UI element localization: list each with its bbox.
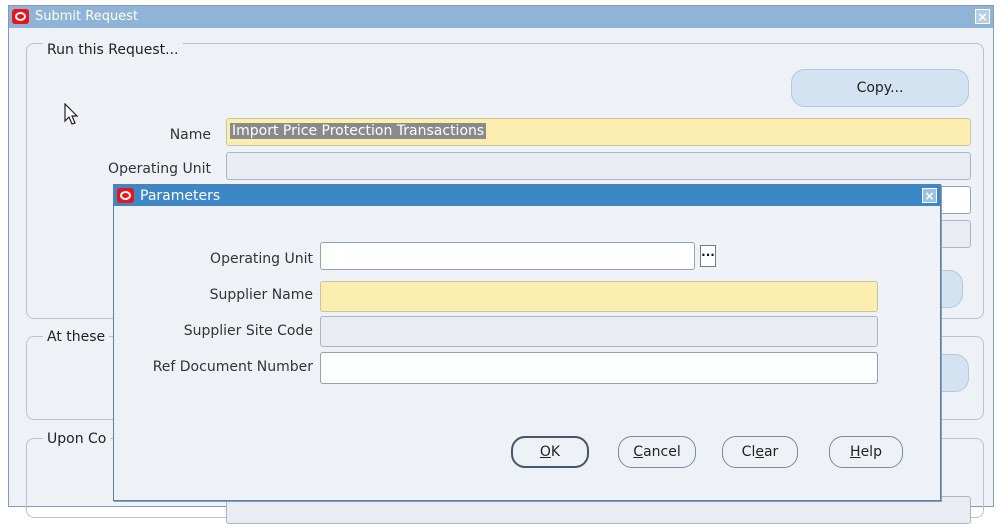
copy-button[interactable]: Copy... xyxy=(791,69,969,107)
supplier-site-code-input[interactable] xyxy=(320,316,878,347)
mouse-pointer-icon xyxy=(64,103,79,125)
param-operating-unit-label: Operating Unit xyxy=(210,251,313,267)
help-button[interactable]: Help xyxy=(829,436,903,468)
ref-document-number-input[interactable] xyxy=(320,352,878,384)
help-button-mnemonic: H xyxy=(850,444,861,460)
parameters-dialog: Parameters × Operating Unit ... Supplier… xyxy=(113,184,941,501)
clear-button-label-end: ar xyxy=(763,444,779,460)
param-operating-unit-input[interactable] xyxy=(320,242,695,270)
clear-button-label-start: Cl xyxy=(741,444,756,460)
help-button-label: elp xyxy=(860,444,882,460)
clear-button[interactable]: Clear xyxy=(722,436,798,468)
operating-unit-field[interactable] xyxy=(226,152,971,180)
close-icon[interactable]: × xyxy=(922,188,937,203)
ok-button[interactable]: OK xyxy=(511,436,589,468)
ellipsis-icon[interactable]: ... xyxy=(700,245,716,267)
name-label: Name xyxy=(169,127,211,143)
run-request-group-title: Run this Request... xyxy=(43,42,183,58)
cancel-button[interactable]: Cancel xyxy=(618,436,696,468)
supplier-site-code-label: Supplier Site Code xyxy=(183,323,313,339)
cancel-button-mnemonic: C xyxy=(633,444,644,460)
at-these-times-title: At these xyxy=(43,329,110,345)
supplier-name-label: Supplier Name xyxy=(209,287,313,303)
request-name-value: Import Price Protection Transactions xyxy=(230,123,487,139)
close-icon[interactable]: × xyxy=(975,9,990,24)
clear-button-mnemonic: e xyxy=(755,444,764,460)
window-title: Submit Request xyxy=(35,9,139,24)
dialog-titlebar: Parameters × xyxy=(114,185,940,206)
upon-completion-title: Upon Co xyxy=(43,431,111,447)
request-name-field[interactable]: Import Price Protection Transactions xyxy=(226,118,971,146)
supplier-name-input[interactable] xyxy=(320,281,878,312)
ok-button-label: K xyxy=(550,444,561,460)
oracle-logo-icon xyxy=(12,9,29,24)
window-titlebar: Submit Request × xyxy=(9,6,993,28)
cancel-button-label: ancel xyxy=(643,444,681,460)
ref-document-number-label: Ref Document Number xyxy=(152,359,313,375)
operating-unit-label: Operating Unit xyxy=(108,161,211,177)
dialog-title: Parameters xyxy=(140,188,221,204)
oracle-logo-icon xyxy=(117,188,134,203)
ok-button-mnemonic: O xyxy=(539,444,551,460)
